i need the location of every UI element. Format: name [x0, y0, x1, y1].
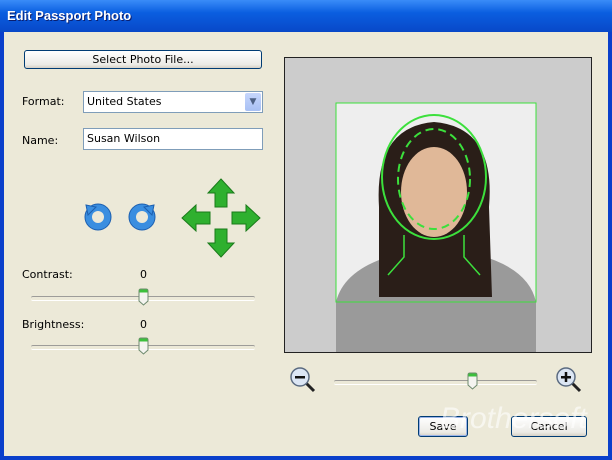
arrow-up-icon[interactable]: [206, 178, 236, 208]
format-select[interactable]: United States ▼: [83, 91, 263, 113]
title-bar: Edit Passport Photo: [0, 0, 612, 32]
move-arrows: [181, 178, 261, 258]
format-label: Format:: [22, 95, 65, 108]
arrow-down-icon[interactable]: [206, 228, 236, 258]
name-label: Name:: [22, 134, 59, 147]
dialog-window: Edit Passport Photo Select Photo File...…: [0, 0, 612, 460]
photo-preview[interactable]: [284, 57, 592, 353]
select-photo-file-button[interactable]: Select Photo File...: [24, 50, 262, 69]
cancel-button[interactable]: Cancel: [511, 416, 587, 437]
photo-face: [401, 147, 467, 237]
zoom-slider-thumb[interactable]: [467, 372, 478, 390]
contrast-label: Contrast:: [22, 268, 73, 281]
zoom-out-icon[interactable]: [289, 366, 317, 394]
save-button[interactable]: Save: [418, 416, 468, 437]
rotate-right-icon[interactable]: [126, 201, 158, 233]
arrow-left-icon[interactable]: [181, 203, 211, 233]
chevron-down-icon[interactable]: ▼: [245, 93, 261, 111]
contrast-slider-thumb[interactable]: [138, 288, 149, 306]
brightness-label: Brightness:: [22, 318, 85, 331]
format-value: United States: [87, 95, 162, 108]
arrow-right-icon[interactable]: [231, 203, 261, 233]
brightness-slider-thumb[interactable]: [138, 337, 149, 355]
rotate-left-icon[interactable]: [82, 201, 114, 233]
zoom-in-icon[interactable]: [555, 366, 583, 394]
contrast-value: 0: [140, 268, 147, 281]
brightness-value: 0: [140, 318, 147, 331]
zoom-slider[interactable]: [334, 380, 537, 385]
name-input[interactable]: Susan Wilson: [83, 128, 263, 150]
